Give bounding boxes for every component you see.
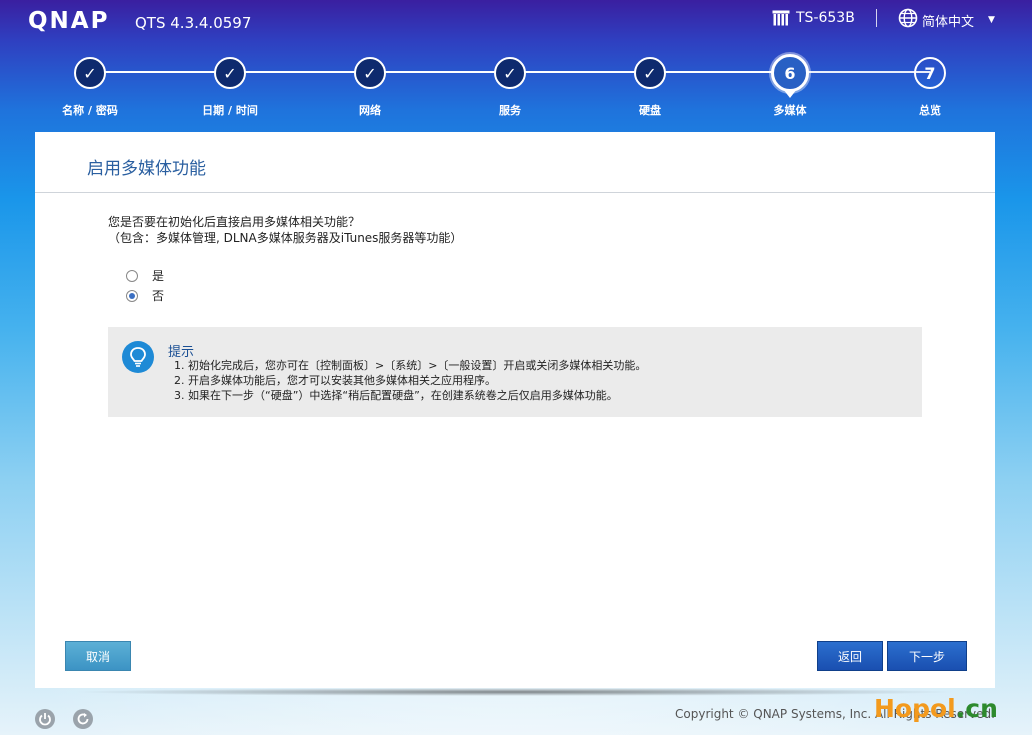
question-line-1: 您是否要在初始化后直接启用多媒体相关功能？	[108, 215, 361, 229]
option-yes-label: 是	[152, 269, 165, 283]
qnap-logo: QNAP	[28, 8, 110, 34]
tip-list: 1. 初始化完成后，您亦可在〔控制面板〕>〔系统〕>〔一般设置〕开启或关闭多媒体…	[174, 358, 646, 403]
globe-icon	[898, 8, 918, 32]
page-title: 启用多媒体功能	[87, 159, 206, 179]
question-line-2: （包含：多媒体管理, DLNA多媒体服务器及iTunes服务器等功能）	[108, 231, 463, 245]
header-divider	[876, 9, 877, 27]
step-4-check-icon: ✓	[494, 57, 526, 89]
step-label-multimedia: 多媒体	[773, 104, 807, 117]
tip-item-3: 3. 如果在下一步（“硬盘”）中选择“稍后配置硬盘”，在创建系统卷之后仅启用多媒…	[174, 389, 618, 402]
language-label: 简体中文	[922, 14, 975, 30]
panel-shadow	[70, 688, 960, 696]
current-step-pointer	[783, 89, 797, 98]
restart-icon[interactable]	[73, 709, 93, 729]
title-divider	[35, 192, 995, 193]
tip-item-2: 2. 开启多媒体功能后，您才可以安装其他多媒体相关之应用程序。	[174, 374, 496, 387]
power-icon[interactable]	[35, 709, 55, 729]
step-2-check-icon: ✓	[214, 57, 246, 89]
step-label-disk: 硬盘	[639, 104, 661, 117]
cancel-button[interactable]: 取消	[65, 641, 131, 671]
step-label-date-time: 日期 / 时间	[202, 104, 258, 117]
stepper-remaining-line	[790, 71, 930, 73]
step-7-future: 7	[914, 57, 946, 89]
language-selector[interactable]: 简体中文 ▼	[898, 8, 995, 32]
radio-no[interactable]	[126, 289, 138, 302]
option-no[interactable]: 否	[126, 287, 164, 304]
device-name: TS-653B	[796, 10, 855, 26]
nas-device-icon	[772, 10, 790, 26]
tip-box: 提示 1. 初始化完成后，您亦可在〔控制面板〕>〔系统〕>〔一般设置〕开启或关闭…	[108, 327, 922, 417]
option-yes[interactable]: 是	[126, 267, 164, 284]
question-text: 您是否要在初始化后直接启用多媒体相关功能？ （包含：多媒体管理, DLNA多媒体…	[108, 214, 462, 246]
step-6-current: 6	[771, 54, 809, 92]
radio-yes[interactable]	[126, 269, 138, 282]
lightbulb-icon	[122, 341, 154, 373]
stepper-progress-line	[90, 71, 790, 73]
back-button[interactable]: 返回	[817, 641, 883, 671]
step-3-check-icon: ✓	[354, 57, 386, 89]
tip-item-1: 1. 初始化完成后，您亦可在〔控制面板〕>〔系统〕>〔一般设置〕开启或关闭多媒体…	[174, 359, 647, 372]
step-label-name-password: 名称 / 密码	[62, 104, 118, 117]
step-label-network: 网络	[359, 104, 381, 117]
chevron-down-icon: ▼	[988, 15, 995, 25]
wizard-panel: 启用多媒体功能 您是否要在初始化后直接启用多媒体相关功能？ （包含：多媒体管理,…	[35, 132, 995, 688]
step-label-services: 服务	[499, 104, 521, 117]
watermark-main: Hopol	[874, 694, 956, 723]
option-no-label: 否	[152, 289, 165, 303]
step-label-summary: 总览	[919, 104, 941, 117]
next-button[interactable]: 下一步	[887, 641, 967, 671]
device-info: TS-653B	[772, 10, 855, 26]
watermark: Hopol.cn	[874, 694, 998, 723]
step-5-check-icon: ✓	[634, 57, 666, 89]
watermark-tld: .cn	[955, 694, 998, 723]
firmware-version: QTS 4.3.4.0597	[135, 14, 252, 32]
step-1-check-icon: ✓	[74, 57, 106, 89]
